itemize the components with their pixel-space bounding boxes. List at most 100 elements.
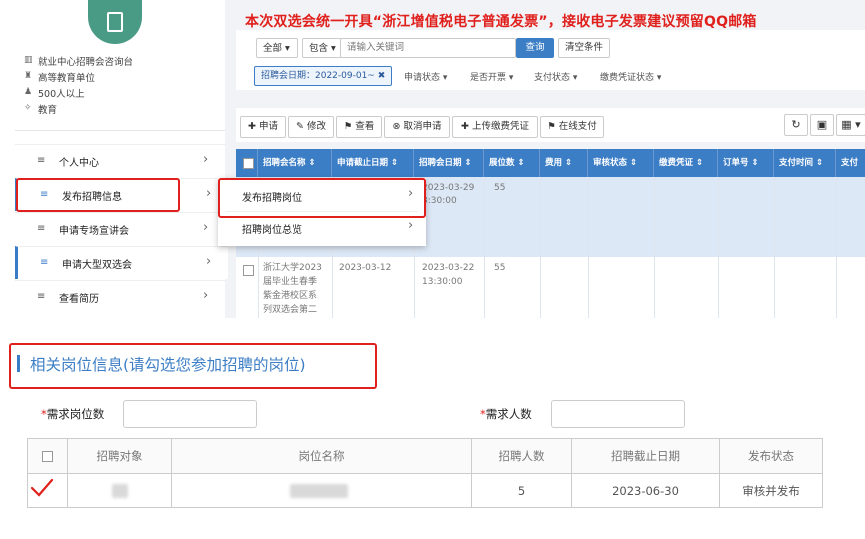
column-header[interactable]: 招聘会名称 ⇕ [258,149,332,177]
online-pay-button[interactable]: ⚑ 在线支付 [540,116,604,138]
row-fair-time: 13:30:00 [422,277,463,287]
row-fair-name: 紫金港校区系 [263,291,318,301]
row-position-name [172,474,472,508]
column-header[interactable]: 招聘会日期 ⇕ [414,149,484,177]
select-all-header[interactable] [28,439,68,473]
building-icon: ▥ [24,55,33,65]
highlight-box [9,343,377,389]
card-view-icon[interactable]: ▣ [810,114,834,136]
column-header: 招聘截止日期 [572,439,720,473]
row-checkbox-cell[interactable] [28,474,68,508]
chevron-right-icon: › [203,152,209,167]
column-header[interactable]: 申请截止日期 ⇕ [332,149,414,177]
scope-select[interactable]: 全部 ▾ [256,38,298,58]
sidebar-item-label: 查看简历 [59,294,99,305]
filter-voucher-status[interactable]: 缴费凭证状态 ▾ [600,70,661,83]
building-logo-icon [107,12,123,32]
need-people-label: *需求人数 [480,407,532,421]
column-header: 发布状态 [720,439,822,473]
column-header[interactable]: 审核状态 ⇕ [588,149,654,177]
chevron-right-icon: › [203,288,209,303]
top-screenshot: ▥ 就业中心招聘会咨询台 ♜ 高等教育单位 ♟ 500人以上 ✧ 教育 ≡ 个人… [0,0,865,318]
row-booths: 55 [494,263,506,273]
checkbox[interactable] [42,451,53,462]
red-checkmark-icon [30,478,54,497]
org-type: 高等教育单位 [38,73,96,84]
sidebar-item-personal-center[interactable]: ≡ 个人中心 › [15,144,225,177]
column-header[interactable]: 缴费凭证 ⇕ [654,149,718,177]
sidebar-item-apply-job-fair[interactable]: ≡ 申请大型双选会 › [15,246,228,279]
column-header[interactable]: 费用 ⇕ [540,149,588,177]
row-fair-date: 2023-03-29 [422,183,475,193]
refresh-icon[interactable]: ↻ [784,114,808,136]
column-header[interactable]: 支付 [836,149,865,177]
sidebar-item-view-resumes[interactable]: ≡ 查看简历 › [15,280,225,313]
column-header[interactable]: 订单号 ⇕ [718,149,774,177]
sidebar-item-label: 申请大型双选会 [62,260,132,271]
cancel-apply-button[interactable]: ⊗ 取消申请 [384,116,450,138]
chevron-right-icon: › [206,186,212,201]
need-positions-input[interactable] [123,400,257,428]
search-input[interactable] [340,38,516,58]
need-positions-label: *需求岗位数 [41,407,105,421]
column-header: 岗位名称 [172,439,472,473]
toolbar: ✚ 申请 ✎ 修改 ⚑ 查看 ⊗ 取消申请 ✚ 上传缴费凭证 ⚑ 在线支付 ↻ … [236,108,865,142]
upload-voucher-button[interactable]: ✚ 上传缴费凭证 [452,116,538,138]
row-count: 5 [472,474,572,508]
education-icon: ✧ [24,103,32,113]
menu-icon: ≡ [37,291,46,302]
checkbox[interactable] [243,158,254,169]
row-fair-name: 列双选会第二 [263,305,318,315]
org-name: 就业中心招聘会咨询台 [38,57,134,68]
clear-conditions-button[interactable]: 清空条件 [558,38,610,58]
org-industry: 教育 [38,105,58,116]
filter-invoice[interactable]: 是否开票 ▾ [470,70,513,83]
submenu-position-overview[interactable]: 招聘岗位总览 [242,221,302,236]
column-header[interactable]: 展位数 ⇕ [484,149,540,177]
top-strip [234,0,474,6]
highlight-box [218,178,426,218]
row-deadline: 2023-03-12 [339,263,392,273]
apply-button[interactable]: ✚ 申请 [240,116,286,138]
positions-table: 招聘对象 岗位名称 招聘人数 招聘截止日期 发布状态 5 2023-06-30 … [27,438,823,508]
sidebar-item-label: 申请专场宣讲会 [59,226,129,237]
query-button[interactable]: 查询 [516,38,554,58]
filter-apply-status[interactable]: 申请状态 ▾ [404,70,447,83]
avatar [88,0,142,44]
menu-icon: ≡ [37,223,46,234]
row-checkbox[interactable] [243,265,254,276]
column-header: 招聘对象 [68,439,172,473]
column-header: 招聘人数 [472,439,572,473]
sidebar-item-label: 个人中心 [59,158,99,169]
columns-icon[interactable]: ▦ ▾ [836,114,865,136]
date-filter-tag[interactable]: 招聘会日期：2022-09-01~ ✖ [254,66,393,86]
highlight-box [16,178,180,212]
row-fair-name: 届毕业生春季 [263,277,318,287]
filter-payment-status[interactable]: 支付状态 ▾ [534,70,577,83]
sidebar: ▥ 就业中心招聘会咨询台 ♜ 高等教育单位 ♟ 500人以上 ✧ 教育 ≡ 个人… [0,0,228,318]
chevron-right-icon: › [408,218,414,233]
chevron-right-icon: › [206,254,212,269]
divider [15,130,225,131]
invoice-notice: 本次双选会统一开具“浙江增值税电子普通发票”，接收电子发票建议预留QQ邮箱 [245,14,757,30]
row-fair-name: 浙江大学2023 [263,263,322,273]
search-panel: 全部 ▾ 包含 ▾ 查询 清空条件 招聘会日期：2022-09-01~ ✖ 申请… [236,30,865,90]
sidebar-item-apply-presentation[interactable]: ≡ 申请专场宣讲会 › [15,212,225,245]
people-icon: ♟ [24,87,33,97]
graduation-cap-icon: ♜ [24,71,33,81]
menu-icon: ≡ [37,155,46,166]
row-target [68,474,172,508]
chevron-right-icon: › [203,220,209,235]
select-all-header[interactable] [236,149,258,177]
need-people-input[interactable] [551,400,685,428]
row-booths: 55 [494,183,506,193]
table-row[interactable] [236,257,865,318]
edit-button[interactable]: ✎ 修改 [288,116,334,138]
row-status: 审核并发布 [742,484,800,498]
row-deadline: 2023-06-30 [572,474,720,508]
row-fair-date: 2023-03-22 [422,263,475,273]
view-button[interactable]: ⚑ 查看 [336,116,382,138]
column-header[interactable]: 支付时间 ⇕ [774,149,836,177]
row-fair-time: 3:30:00 [422,196,457,206]
menu-icon: ≡ [40,257,49,268]
